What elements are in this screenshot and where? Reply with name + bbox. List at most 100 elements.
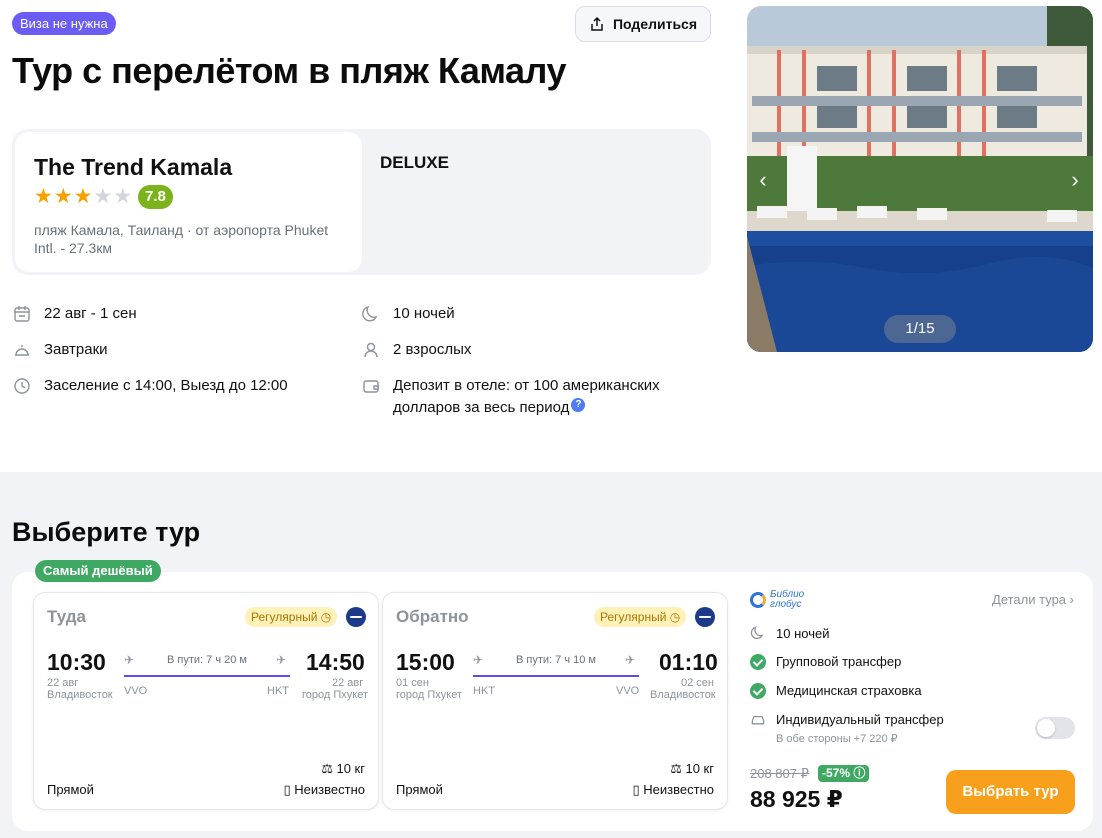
luggage-info: ▯ Неизвестно [632, 782, 714, 797]
luggage-info: ▯ Неизвестно [283, 782, 365, 797]
clock-icon: ◷ [320, 610, 332, 624]
flight-type-badge: Регулярный ◷ [594, 607, 687, 627]
hotel-stars: ★ ★ ★ ★ ★ [34, 186, 132, 208]
hotel-info-block: The Trend Kamala ★ ★ ★ ★ ★ 7.8 пляж Кама… [12, 129, 711, 275]
tour-header-section: Виза не нужна Поделиться Тур с перелётом… [0, 0, 1102, 472]
individual-transfer-toggle[interactable] [1035, 717, 1075, 739]
check-icon [750, 654, 766, 670]
departure-iata: HKT [473, 685, 495, 697]
cheapest-badge: Самый дешёвый [35, 560, 161, 582]
moon-icon [362, 305, 378, 322]
departure-date: 22 авг [47, 677, 79, 689]
fact-guests: 2 взрослых [361, 339, 471, 361]
route-line [473, 675, 639, 677]
page-title: Тур с перелётом в пляж Камалу [12, 50, 566, 91]
discount-badge: -57% ⓘ [818, 765, 870, 782]
landing-icon: ✈ [276, 653, 287, 667]
star-icon: ★ [34, 185, 53, 208]
airline-logo-icon [695, 607, 715, 627]
flight-leg-outbound[interactable]: Туда Регулярный ◷ 10:30 22 авг Владивост… [33, 592, 379, 810]
dates-text: 22 авг - 1 сен [44, 305, 137, 322]
flight-leg-return[interactable]: Обратно Регулярный ◷ 15:00 01 сен город … [382, 592, 728, 810]
fact-nights: 10 ночей [361, 303, 455, 325]
arrival-city: Владивосток [650, 689, 716, 701]
clock-icon: ◷ [669, 610, 681, 624]
option-insurance: Медицинская страховка [750, 682, 922, 700]
visa-badge: Виза не нужна [12, 12, 116, 35]
help-icon[interactable]: ? [571, 398, 586, 412]
tour-price: 88 925 ₽ [750, 786, 843, 812]
photo-counter: 1/15 [884, 315, 956, 343]
leg-title: Обратно [396, 607, 469, 626]
arrival-date: 02 сен [681, 677, 714, 689]
choose-tour-section: Выберите тур Самый дешёвый Туда Регулярн… [0, 472, 1102, 838]
airline-logo-icon [346, 607, 366, 627]
stops-info: Прямой [47, 782, 94, 797]
star-empty-icon: ★ [113, 185, 133, 208]
flight-type-badge: Регулярный ◷ [245, 607, 338, 627]
arrival-iata: HKT [267, 685, 289, 697]
check-icon [750, 683, 766, 699]
clock-icon [14, 378, 30, 394]
car-icon [751, 715, 765, 725]
moon-icon [750, 626, 764, 640]
arrival-iata: VVO [616, 685, 640, 697]
landing-icon: ✈ [625, 653, 636, 667]
stops-info: Прямой [396, 782, 443, 797]
wallet-icon [363, 380, 379, 393]
route-line [124, 675, 290, 677]
select-tour-button[interactable]: Выбрать тур [946, 770, 1075, 814]
arrival-time: 01:10 [659, 649, 718, 675]
hotel-photo [747, 6, 1093, 352]
chevron-left-icon[interactable]: ‹ [753, 168, 773, 192]
deposit-text: Депозит в отеле: от 100 американских дол… [393, 377, 660, 416]
operator-logo-icon [750, 592, 766, 608]
info-icon: ⓘ [853, 766, 866, 780]
star-icon: ★ [73, 185, 93, 208]
share-button[interactable]: Поделиться [575, 6, 711, 42]
chevron-right-icon: › [1069, 592, 1074, 607]
tour-details-link[interactable]: Детали тура › [992, 592, 1074, 607]
rating-badge: 7.8 [138, 185, 173, 209]
leg-title: Туда [47, 607, 87, 626]
suitcase-icon: ▯ [283, 782, 291, 797]
section-title: Выберите тур [12, 517, 201, 547]
suitcase-icon: ▯ [632, 782, 640, 797]
flight-duration: В пути: 7 ч 20 м [167, 654, 247, 666]
fact-dates: 22 авг - 1 сен [12, 303, 137, 325]
departure-time: 15:00 [396, 649, 455, 675]
fact-deposit: Депозит в отеле: от 100 американских дол… [361, 375, 691, 419]
flight-duration: В пути: 7 ч 10 м [516, 654, 596, 666]
arrival-date: 22 авг [332, 677, 364, 689]
baggage-allowance: ⚖ 10 кг [321, 761, 365, 776]
calendar-icon [14, 306, 30, 322]
share-label: Поделиться [612, 16, 698, 32]
hotel-name[interactable]: The Trend Kamala [34, 154, 232, 181]
meals-text: Завтраки [44, 341, 108, 358]
room-type: DELUXE [380, 153, 449, 172]
departure-iata: VVO [124, 685, 148, 697]
arrival-time: 14:50 [306, 649, 365, 675]
option-nights: 10 ночей [750, 625, 829, 643]
weight-icon: ⚖ [321, 761, 333, 776]
arrival-city: город Пхукет [302, 689, 368, 701]
share-icon [591, 16, 603, 31]
weight-icon: ⚖ [670, 761, 682, 776]
departure-city: город Пхукет [396, 689, 462, 701]
tour-operator-logo: Библио глобус [750, 590, 812, 610]
chevron-right-icon[interactable]: › [1065, 168, 1085, 192]
checkin-text: Заселение с 14:00, Выезд до 12:00 [44, 377, 288, 394]
departure-city: Владивосток [47, 689, 113, 701]
hotel-location: пляж Камала, Таиланд · от аэропорта Phuk… [34, 222, 329, 256]
option-individual-transfer: Индивидуальный трансфер В обе стороны +7… [750, 711, 944, 748]
nights-text: 10 ночей [393, 305, 455, 322]
operator-name: Библио глобус [770, 589, 805, 610]
departure-date: 01 сен [396, 677, 429, 689]
guests-text: 2 взрослых [393, 341, 472, 358]
hotel-photo-gallery[interactable]: ‹ › 1/15 [747, 6, 1093, 352]
fact-checkin: Заселение с 14:00, Выезд до 12:00 [12, 375, 288, 397]
baggage-allowance: ⚖ 10 кг [670, 761, 714, 776]
hotel-card[interactable]: The Trend Kamala ★ ★ ★ ★ ★ 7.8 пляж Кама… [15, 132, 362, 272]
departure-time: 10:30 [47, 649, 106, 675]
option-group-transfer: Групповой трансфер [750, 653, 901, 671]
